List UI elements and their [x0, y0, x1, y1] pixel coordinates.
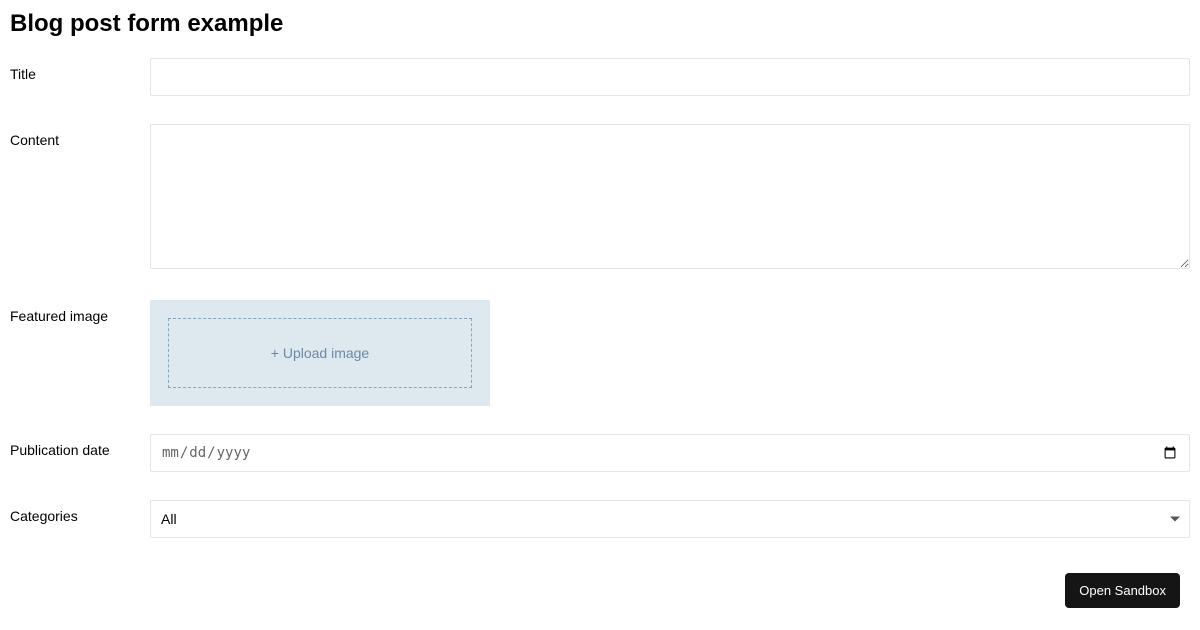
categories-label: Categories: [10, 500, 150, 524]
content-textarea[interactable]: [150, 124, 1190, 269]
content-label: Content: [10, 124, 150, 148]
upload-zone[interactable]: + Upload image: [150, 300, 490, 406]
upload-inner[interactable]: + Upload image: [168, 318, 472, 388]
open-sandbox-button[interactable]: Open Sandbox: [1065, 573, 1180, 608]
publication-date-input[interactable]: [150, 434, 1190, 472]
page-title: Blog post form example: [10, 10, 1190, 38]
form-row-publication-date: Publication date: [10, 434, 1190, 472]
categories-select[interactable]: All: [150, 500, 1190, 538]
featured-image-label: Featured image: [10, 300, 150, 324]
form-row-categories: Categories All: [10, 500, 1190, 538]
publication-date-label: Publication date: [10, 434, 150, 458]
title-input[interactable]: [150, 58, 1190, 96]
form-row-featured-image: Featured image + Upload image: [10, 300, 1190, 406]
upload-text: + Upload image: [271, 345, 369, 361]
form-row-title: Title: [10, 58, 1190, 96]
form-row-content: Content: [10, 124, 1190, 272]
title-label: Title: [10, 58, 150, 82]
